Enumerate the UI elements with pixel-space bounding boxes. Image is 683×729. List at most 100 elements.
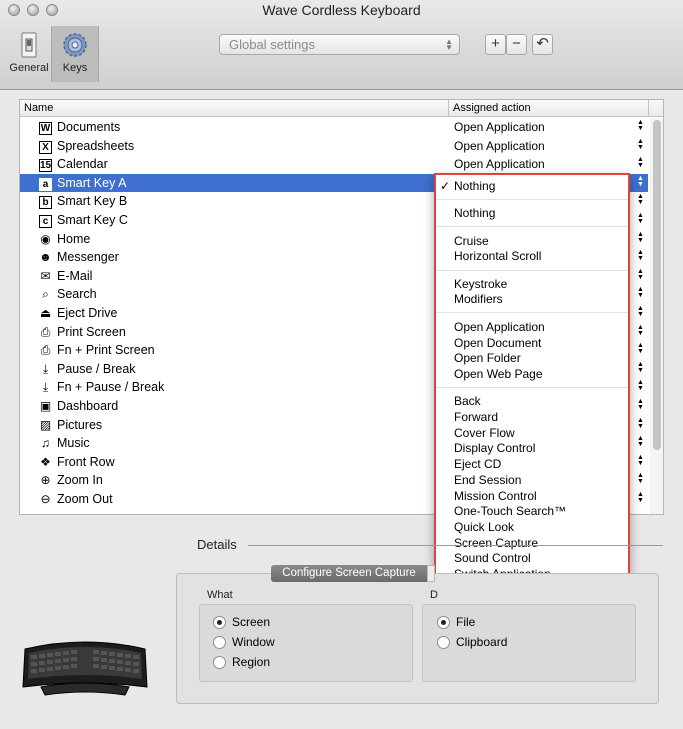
table-row[interactable]: X Spreadsheets Open Application ▲ ▼ — [20, 137, 648, 156]
settings-scope-popup[interactable]: Global settings ▲ ▼ — [219, 34, 460, 55]
table-row[interactable]: 15 Calendar Open Application ▲ ▼ — [20, 155, 648, 174]
up-down-arrows-icon[interactable]: ▲ ▼ — [637, 491, 644, 504]
column-header-action[interactable]: Assigned action — [453, 102, 531, 114]
radio-window[interactable]: Window — [213, 635, 333, 651]
menu-item[interactable]: Keystroke — [454, 277, 507, 291]
key-glyph: ▣ — [39, 399, 52, 413]
menu-item[interactable]: Sound Control — [454, 551, 531, 565]
up-down-arrows-icon[interactable]: ▲ ▼ — [637, 435, 644, 448]
menu-item[interactable]: Modifiers — [454, 292, 503, 306]
key-glyph: ⤓ — [42, 361, 49, 376]
keys-label: Keys — [62, 62, 88, 74]
menu-separator — [436, 226, 628, 227]
remove-button[interactable]: − — [506, 34, 527, 55]
up-down-arrows-icon[interactable]: ▲ ▼ — [637, 472, 644, 485]
toolbar-general-button[interactable]: General — [5, 26, 53, 82]
up-down-arrows-icon[interactable]: ▲ ▼ — [637, 454, 644, 467]
radio-screen[interactable]: Screen — [213, 615, 333, 631]
radio-clipboard[interactable]: Clipboard — [437, 635, 557, 651]
up-down-arrows-icon[interactable]: ▲ ▼ — [637, 286, 644, 299]
tab-segment-right[interactable] — [427, 565, 435, 582]
key-glyph: W — [39, 122, 52, 135]
key-icon: X — [38, 139, 53, 154]
what-group-title: What — [207, 589, 233, 601]
up-down-arrows-icon[interactable]: ▲ ▼ — [637, 249, 644, 262]
up-down-arrows-icon[interactable]: ▲ ▼ — [637, 417, 644, 430]
assigned-action[interactable]: Open Application — [454, 120, 545, 134]
menu-item[interactable]: Display Control — [454, 441, 535, 455]
menu-item[interactable]: Back — [454, 394, 481, 408]
key-icon: ⎙ — [38, 325, 53, 339]
menu-item[interactable]: Horizontal Scroll — [454, 249, 541, 263]
action-dropdown-menu[interactable]: ✓ Nothing Nothing Cruise Horizontal Scroll Ke… — [434, 173, 630, 609]
key-icon: W — [38, 120, 53, 135]
key-icon: ▨ — [38, 418, 53, 432]
configure-screen-capture-tab[interactable]: Configure Screen Capture — [271, 565, 427, 582]
radio-dot — [437, 636, 450, 649]
window-title: Wave Cordless Keyboard — [262, 2, 421, 18]
menu-item[interactable]: Open Application — [454, 320, 545, 334]
assigned-action[interactable]: Open Application — [454, 139, 545, 153]
keyboard-image — [22, 641, 148, 696]
up-down-arrows-icon[interactable]: ▲ ▼ — [637, 398, 644, 411]
add-button[interactable]: + — [485, 34, 506, 55]
key-glyph: ⤓ — [42, 380, 49, 395]
menu-item[interactable]: Nothing — [454, 179, 495, 193]
radio-dot — [213, 616, 226, 629]
radio-label: Screen — [232, 615, 271, 629]
up-down-arrows-icon[interactable]: ▲ ▼ — [637, 138, 644, 151]
menu-item[interactable]: Open Web Page — [454, 367, 543, 381]
key-name: Zoom In — [57, 473, 103, 488]
key-glyph: a — [39, 177, 52, 191]
toolbar-keys-button[interactable]: Keys — [51, 26, 99, 82]
key-icon: ⊕ — [38, 473, 53, 487]
up-down-arrows-icon[interactable]: ▲ ▼ — [637, 119, 644, 132]
assigned-action[interactable]: Open Application — [454, 157, 545, 171]
key-glyph: ⌕ — [42, 287, 49, 302]
title-bar: Wave Cordless Keyboard General Keys Glob… — [0, 0, 683, 90]
key-name: E-Mail — [57, 268, 93, 283]
column-header-name[interactable]: Name — [24, 102, 53, 114]
key-glyph: ⊕ — [40, 473, 51, 488]
menu-item[interactable]: Open Folder — [454, 351, 521, 365]
menu-item[interactable]: Quick Look — [454, 520, 514, 534]
gear-icon — [63, 33, 87, 57]
key-glyph: 15 — [39, 159, 52, 173]
up-down-arrows-icon[interactable]: ▲ ▼ — [637, 361, 644, 374]
up-down-arrows-icon[interactable]: ▲ ▼ — [637, 175, 644, 188]
menu-item[interactable]: Eject CD — [454, 457, 501, 471]
up-down-arrows-icon[interactable]: ▲ ▼ — [637, 342, 644, 355]
key-icon: ⊖ — [38, 492, 53, 506]
key-icon: ✉ — [38, 269, 53, 283]
key-name: Messenger — [57, 250, 119, 265]
up-down-arrows-icon[interactable]: ▲ ▼ — [637, 156, 644, 169]
up-down-arrows-icon[interactable]: ▲ ▼ — [637, 324, 644, 337]
reset-button[interactable]: ↶ — [532, 34, 553, 55]
vertical-scrollbar-thumb[interactable] — [653, 120, 661, 450]
up-down-arrows-icon[interactable]: ▲ ▼ — [637, 268, 644, 281]
up-down-arrows-icon[interactable]: ▲ ▼ — [637, 305, 644, 318]
key-glyph: ⎙ — [40, 343, 51, 358]
key-glyph: ✉ — [40, 268, 51, 283]
radio-label: Region — [232, 655, 271, 669]
table-row[interactable]: W Documents Open Application ▲ ▼ — [20, 118, 648, 137]
menu-item[interactable]: Screen Capture — [454, 536, 538, 550]
up-down-arrows-icon[interactable]: ▲ ▼ — [637, 231, 644, 244]
radio-region[interactable]: Region — [213, 655, 333, 671]
radio-file[interactable]: File — [437, 615, 557, 631]
menu-item[interactable]: One-Touch Search™ — [454, 504, 566, 518]
menu-item[interactable]: Nothing — [454, 206, 495, 220]
up-down-arrows-icon: ▲ ▼ — [445, 37, 453, 52]
key-glyph: ▨ — [39, 417, 52, 432]
menu-item[interactable]: End Session — [454, 473, 521, 487]
up-down-arrows-icon[interactable]: ▲ ▼ — [637, 193, 644, 206]
key-name: Documents — [57, 120, 121, 134]
menu-item[interactable]: Mission Control — [454, 489, 537, 503]
menu-item[interactable]: Forward — [454, 410, 498, 424]
menu-item[interactable]: Open Document — [454, 336, 541, 350]
up-down-arrows-icon[interactable]: ▲ ▼ — [637, 212, 644, 225]
up-down-arrows-icon[interactable]: ▲ ▼ — [637, 379, 644, 392]
menu-item[interactable]: Cover Flow — [454, 426, 515, 440]
key-name: Home — [57, 231, 91, 246]
menu-item[interactable]: Cruise — [454, 234, 489, 248]
